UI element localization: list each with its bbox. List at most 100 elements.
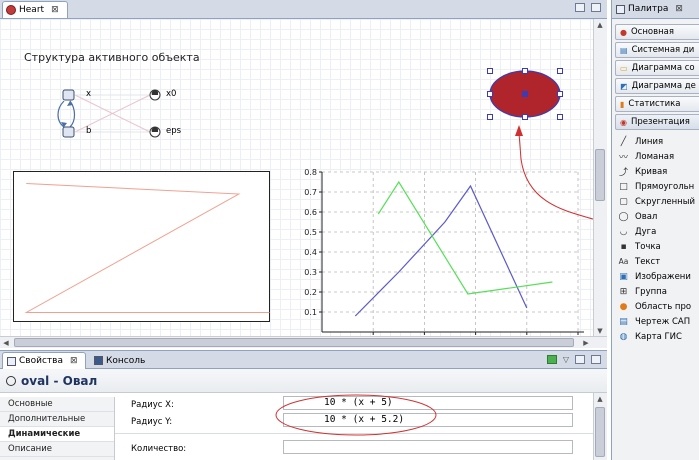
palette-tool-text[interactable]: Aa Текст (618, 254, 699, 269)
y-tick-label: 0.5 (304, 228, 317, 237)
view-menu-icon[interactable]: ▽ (563, 355, 569, 364)
tab-properties[interactable]: Свойства ⊠ (2, 352, 86, 369)
maximize-icon[interactable] (591, 355, 601, 364)
palette-tool-group[interactable]: ⊞ Группа (618, 284, 699, 299)
heart-editor-icon (6, 5, 16, 15)
palette-tool-cad-drawing[interactable]: ▤ Чертеж САП (618, 314, 699, 329)
diagram-canvas[interactable]: Структура активного объекта x b x0 eps 0… (0, 19, 593, 336)
palette-tool-label: Карта ГИС (635, 331, 682, 342)
palette-tool-line[interactable]: ╱ Линия (618, 134, 699, 149)
highlight-ellipse (275, 394, 437, 436)
palette-tool-oval[interactable]: ◯ Овал (618, 209, 699, 224)
palette-tool-label: Изображени (635, 271, 691, 282)
palette-tool-gis-map[interactable]: ◍ Карта ГИС (618, 329, 699, 344)
scroll-thumb[interactable] (595, 149, 605, 201)
view-toolbar: ▽ (546, 355, 601, 364)
palette-icon (616, 4, 625, 14)
y-tick-label: 0.6 (304, 208, 317, 217)
diagram-title: Структура активного объекта (24, 51, 200, 64)
group-icon: ⊞ (619, 286, 628, 297)
selected-oval-shape[interactable] (484, 68, 566, 124)
node-x-label: x (86, 89, 92, 99)
tab-console[interactable]: Консоль (90, 352, 150, 369)
rounded-rectangle-icon: ▢ (619, 196, 628, 207)
radius-y-label: Радиус Y: (131, 417, 173, 427)
scroll-up-icon[interactable]: ▲ (594, 19, 606, 30)
scroll-thumb[interactable] (14, 338, 574, 347)
nav-basic[interactable]: Основные (0, 397, 114, 412)
palette-tool-label: Текст (635, 256, 661, 267)
text-icon: Aa (618, 257, 629, 266)
palette-panel: Палитра ⊠ ● Основная ▤ Системная ди ▭ Диаграм… (611, 0, 699, 460)
canvas-vertical-scrollbar[interactable]: ▲ ▼ (593, 19, 607, 336)
palette-tool-region[interactable]: ● Область про (618, 299, 699, 314)
palette-drawer-4[interactable]: ▮ Статистика (615, 96, 699, 112)
palette-tool-label: Кривая (635, 166, 668, 177)
palette-tool-arc[interactable]: ◡ Дуга (618, 224, 699, 239)
canvas-horizontal-scrollbar[interactable]: ◀ ▶ (0, 336, 607, 348)
tab-heart-label: Heart (19, 5, 45, 15)
palette-tool-label: Прямоугольн (635, 181, 695, 192)
scroll-thumb[interactable] (595, 407, 605, 457)
region-icon: ● (619, 301, 628, 312)
palette-drawer-3[interactable]: ◩ Диаграмма де (615, 78, 699, 94)
cad-drawing-icon: ▤ (619, 316, 628, 327)
palette-tool-curve[interactable]: ⤴ Кривая (618, 164, 699, 179)
object-title: oval - Овал (21, 373, 98, 388)
system-diagram-icon: ▤ (620, 45, 628, 55)
y-tick-label: 0.3 (304, 268, 317, 277)
palette-tool-rectangle[interactable]: □ Прямоугольн (618, 179, 699, 194)
scroll-right-icon[interactable]: ▶ (580, 337, 592, 348)
annotation-arrow (515, 125, 593, 220)
oval-icon: ◯ (618, 211, 629, 222)
diagram-folder-icon: ▭ (620, 63, 628, 73)
scroll-down-icon[interactable]: ▼ (594, 325, 606, 336)
close-icon[interactable]: ⊠ (675, 4, 683, 14)
palette-drawer-1[interactable]: ▤ Системная ди (615, 42, 699, 58)
y-tick-label: 0.7 (304, 188, 317, 197)
count-field[interactable] (283, 440, 573, 454)
nav-description[interactable]: Описание (0, 442, 114, 457)
console-icon (94, 356, 103, 365)
palette-title: Палитра (628, 4, 669, 14)
maximize-icon[interactable] (591, 3, 601, 12)
tab-heart[interactable]: Heart ⊠ (2, 1, 68, 18)
palette-tool-image[interactable]: ▣ Изображени (618, 269, 699, 284)
basic-icon: ● (620, 27, 627, 37)
palette-drawer-5[interactable]: ◉ Презентация (615, 114, 699, 130)
pin-icon[interactable] (546, 355, 557, 364)
palette-tool-rounded-rectangle[interactable]: ▢ Скругленный (618, 194, 699, 209)
polyline-icon: 〰 (618, 153, 628, 163)
palette-tool-label: Область про (635, 301, 692, 312)
scroll-left-icon[interactable]: ◀ (0, 337, 12, 348)
palette-drawer-label: Диаграмма со (631, 63, 695, 73)
palette-tool-point[interactable]: ▪ Точка (618, 239, 699, 254)
line-icon: ╱ (620, 136, 627, 147)
palette-drawer-label: Статистика (628, 99, 681, 109)
diagram-tree-icon: ◩ (620, 81, 628, 91)
trajectory-plot[interactable] (13, 171, 271, 323)
palette-drawer-0[interactable]: ● Основная (615, 24, 699, 40)
bar-chart-icon: ▮ (620, 99, 625, 109)
palette-tool-label: Овал (635, 211, 658, 222)
radius-x-label: Радиус X: (131, 400, 174, 410)
minimize-icon[interactable] (575, 3, 585, 12)
palette-drawer-2[interactable]: ▭ Диаграмма со (615, 60, 699, 76)
scroll-up-icon[interactable]: ▲ (594, 393, 606, 404)
close-icon[interactable]: ⊠ (70, 356, 78, 366)
resize-handle (487, 114, 493, 120)
count-label: Количество: (131, 444, 187, 454)
close-icon[interactable]: ⊠ (51, 5, 59, 15)
minimize-icon[interactable] (575, 355, 585, 364)
node-x0-label: x0 (166, 89, 177, 99)
nav-dynamic[interactable]: Динамические (0, 427, 114, 442)
properties-vertical-scrollbar[interactable]: ▲ (593, 393, 607, 460)
nav-additional[interactable]: Дополнительные (0, 412, 114, 427)
palette-drawer-label: Диаграмма де (631, 81, 696, 91)
palette-tool-polyline[interactable]: 〰 Ломаная (618, 149, 699, 164)
resize-handle (487, 91, 493, 97)
palette-tool-label: Дуга (635, 226, 657, 237)
selected-object-header: oval - Овал (0, 369, 607, 393)
y-tick-label: 0.1 (304, 308, 317, 317)
y-tick-label: 0.8 (304, 168, 317, 177)
